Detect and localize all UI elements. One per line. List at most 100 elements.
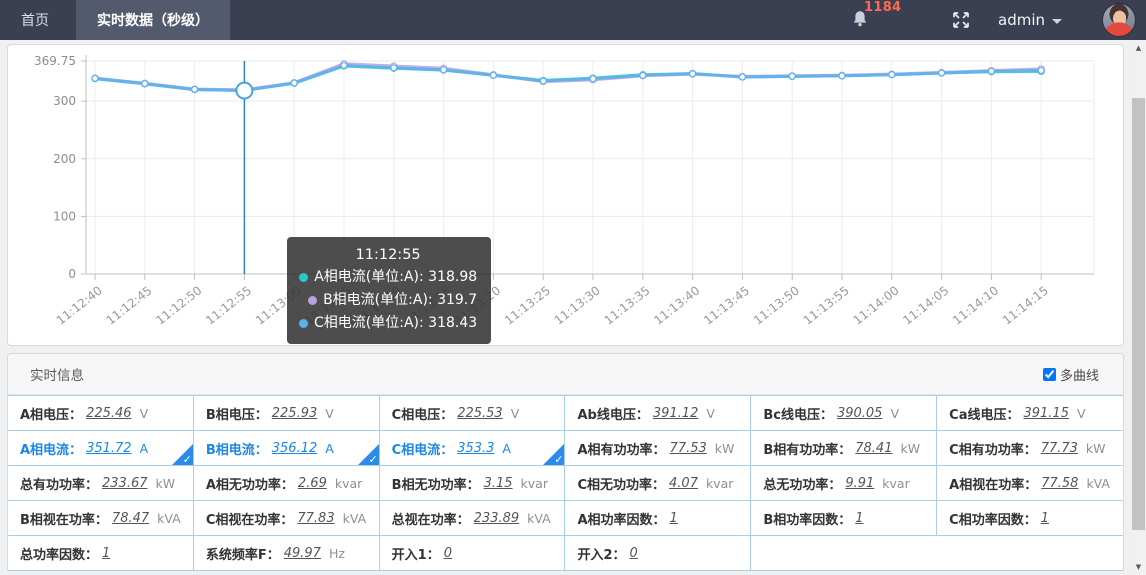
tab-realtime-data[interactable]: 实时数据（秒级） <box>76 0 230 40</box>
info-cell[interactable]: Ab线电压：391.12V <box>565 396 751 431</box>
cell-value: 225.46 <box>86 406 132 421</box>
user-menu[interactable]: admin <box>998 11 1062 29</box>
avatar[interactable] <box>1102 3 1136 37</box>
info-cell[interactable]: A相电流：351.72A✓ <box>8 431 194 466</box>
info-cell[interactable]: C相无功功率：4.07kvar <box>565 466 751 501</box>
info-cell[interactable]: B相功率因数：1 <box>751 501 937 536</box>
info-cell[interactable]: A相有功功率： 77.53 kW <box>565 431 751 466</box>
info-cell[interactable]: A相无功功率：2.69kvar <box>194 466 380 501</box>
svg-text:11:13:15: 11:13:15 <box>402 283 453 327</box>
selected-check-icon: ✓ <box>368 453 377 466</box>
info-cell[interactable]: C相电压：225.53V <box>380 396 566 431</box>
cell-label: Ca线电压： <box>949 404 1019 423</box>
scroll-down-button[interactable]: ▼ <box>1131 559 1146 575</box>
notification-count-badge: 1184 <box>864 0 901 15</box>
cell-value: 0 <box>630 546 638 561</box>
scroll-up-button[interactable]: ▲ <box>1131 40 1146 56</box>
multi-curve-toggle[interactable]: 多曲线 <box>1043 365 1099 384</box>
cell-unit: kvar <box>882 476 909 491</box>
cell-label: B相无功功率： <box>392 474 480 493</box>
cell-label: 开入2： <box>577 544 625 563</box>
cell-unit: kW <box>900 441 920 456</box>
multi-curve-checkbox[interactable] <box>1043 368 1056 381</box>
info-cell[interactable]: B相无功功率：3.15kvar <box>380 466 566 501</box>
realtime-current-chart[interactable]: 0100200300369.7511:12:4011:12:4511:12:50… <box>8 45 1123 343</box>
cell-unit: kW <box>715 441 735 456</box>
scrollbar-thumb[interactable] <box>1132 98 1145 530</box>
realtime-chart-panel: 0100200300369.7511:12:4011:12:4511:12:50… <box>7 44 1124 346</box>
info-cell[interactable]: 总无功功率：9.91kvar <box>751 466 937 501</box>
info-cell[interactable]: A相视在功率：77.58kVA <box>937 466 1123 501</box>
vertical-scrollbar[interactable]: ▲ ▼ <box>1131 40 1146 575</box>
svg-text:0: 0 <box>68 267 76 281</box>
info-cell[interactable]: 系统频率F：49.97Hz <box>194 536 380 571</box>
cell-unit: kW <box>1086 441 1106 456</box>
cell-value: 0 <box>444 546 452 561</box>
svg-text:11:12:40: 11:12:40 <box>54 283 105 327</box>
fullscreen-icon <box>950 9 972 31</box>
tab-home[interactable]: 首页 <box>0 0 70 40</box>
cell-label: A相有功功率： <box>577 439 665 458</box>
info-cell[interactable]: 总功率因数：1 <box>8 536 194 571</box>
cell-value: 77.73 <box>1041 441 1078 456</box>
svg-text:11:13:30: 11:13:30 <box>552 283 603 327</box>
cell-value: 1 <box>670 511 678 526</box>
cell-value: 49.97 <box>284 546 321 561</box>
info-cell[interactable]: C相电流：353.3A✓ <box>380 431 566 466</box>
cell-label: 开入1： <box>392 544 440 563</box>
svg-text:300: 300 <box>53 94 76 108</box>
info-cell[interactable]: 总视在功率：233.89kVA <box>380 501 566 536</box>
cell-value: 4.07 <box>669 476 698 491</box>
info-cell[interactable]: B相电流：356.12A✓ <box>194 431 380 466</box>
cell-value: 77.53 <box>670 441 707 456</box>
svg-text:11:13:05: 11:13:05 <box>303 283 354 327</box>
cell-label: C相有功功率： <box>949 439 1037 458</box>
cell-value: 353.3 <box>457 441 494 456</box>
svg-text:11:12:55: 11:12:55 <box>203 283 254 327</box>
cell-unit: A <box>140 441 149 456</box>
tab-home-label: 首页 <box>21 10 49 30</box>
info-cell[interactable]: 开入2： 0 <box>565 536 751 571</box>
info-cell[interactable]: B相有功功率：78.41kW <box>751 431 937 466</box>
cell-label: C相功率因数： <box>949 509 1037 528</box>
svg-text:200: 200 <box>53 152 76 166</box>
cell-value: 2.69 <box>298 476 327 491</box>
svg-text:11:13:40: 11:13:40 <box>651 283 702 327</box>
info-cell[interactable]: B相视在功率：78.47kVA <box>8 501 194 536</box>
info-cell[interactable]: Ca线电压：391.15V <box>937 396 1123 431</box>
info-cell[interactable]: C相功率因数：1 <box>937 501 1123 536</box>
selected-check-icon: ✓ <box>183 453 192 466</box>
info-cell[interactable]: Bc线电压：390.05V <box>751 396 937 431</box>
cell-unit: V <box>706 406 715 421</box>
info-cell[interactable]: A相功率因数： 1 <box>565 501 751 536</box>
info-cell[interactable]: C相视在功率：77.83kVA <box>194 501 380 536</box>
cell-label: C相视在功率： <box>206 509 294 528</box>
fullscreen-button[interactable] <box>950 9 972 31</box>
cell-value: 78.47 <box>112 511 149 526</box>
svg-text:11:13:45: 11:13:45 <box>701 283 752 327</box>
info-cell-empty <box>751 536 1123 571</box>
cell-unit: kVA <box>527 511 551 526</box>
cell-label: A相功率因数： <box>577 509 665 528</box>
cell-value: 391.15 <box>1023 406 1069 421</box>
svg-text:11:12:45: 11:12:45 <box>104 283 155 327</box>
cell-unit: V <box>140 406 149 421</box>
info-cell[interactable]: A相电压：225.46V <box>8 396 194 431</box>
info-cell[interactable]: 开入1： 0 <box>380 536 566 571</box>
info-cell[interactable]: 总有功功率：233.67kW <box>8 466 194 501</box>
chevron-down-icon <box>1052 19 1062 24</box>
cell-unit: A <box>502 441 511 456</box>
cell-label: C相无功功率： <box>577 474 665 493</box>
svg-text:11:13:20: 11:13:20 <box>452 283 503 327</box>
cell-value: 390.05 <box>837 406 883 421</box>
info-cell[interactable]: C相有功功率： 77.73 kW <box>937 431 1123 466</box>
cell-label: C相电流： <box>392 439 454 458</box>
cell-value: 9.91 <box>845 476 874 491</box>
info-cell[interactable]: B相电压：225.93V <box>194 396 380 431</box>
notification-button[interactable]: 1184 <box>846 0 892 40</box>
cell-unit: A <box>325 441 334 456</box>
cell-value: 77.58 <box>1041 476 1078 491</box>
svg-text:11:13:00: 11:13:00 <box>253 283 304 327</box>
cell-label: B相功率因数： <box>763 509 851 528</box>
cell-label: B相有功功率： <box>763 439 851 458</box>
